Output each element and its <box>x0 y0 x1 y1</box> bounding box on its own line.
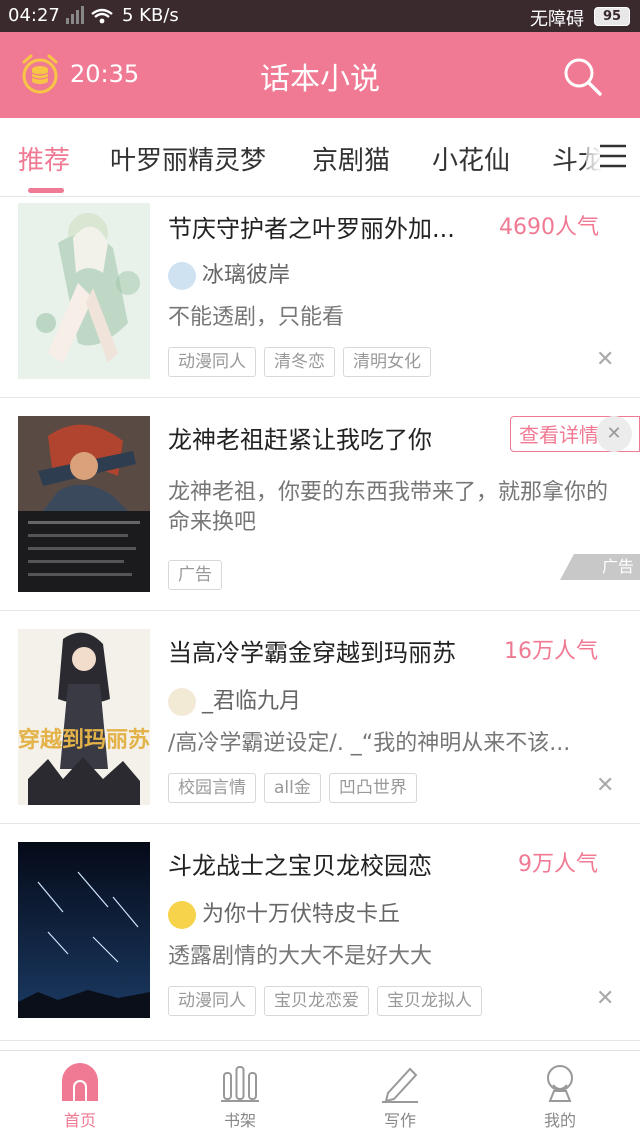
story-title[interactable]: 节庆守护者之叶罗丽外加... <box>168 209 455 244</box>
ad-card[interactable]: 龙神老祖赶紧让我吃了你 查看详情 ✕ 龙神老祖，你要的东西我带来了，就那拿你的命… <box>0 398 640 611</box>
tag[interactable]: 凹凸世界 <box>328 773 417 803</box>
profile-icon <box>547 1065 573 1102</box>
status-bar: 04:27 5 KB/s 无障碍 95 <box>0 0 640 32</box>
author-name: 冰璃彼岸 <box>202 263 291 288</box>
tag[interactable]: 宝贝龙拟人 <box>377 986 482 1016</box>
tag-list: 校园言情 all金 凹凸世界 <box>168 773 425 803</box>
tab-yeloli[interactable]: 叶罗丽精灵梦 <box>110 140 266 177</box>
dismiss-icon[interactable]: ✕ <box>596 347 614 372</box>
tag-list: 动漫同人 宝贝龙恋爱 宝贝龙拟人 <box>168 986 490 1016</box>
active-tab-indicator <box>28 188 64 193</box>
tag[interactable]: 宝贝龙恋爱 <box>264 986 369 1016</box>
tag[interactable]: 校园言情 <box>168 773 256 803</box>
page-title: 话本小说 <box>260 62 380 97</box>
author-avatar <box>168 901 196 929</box>
app-header: 20:35 话本小说 <box>0 32 640 118</box>
story-card[interactable]: 斗龙战士之宝贝龙校园恋 9万人气 为你十万伏特皮卡丘 透露剧情的大大不是好大大 … <box>0 824 640 1041</box>
ad-tag: 广告 <box>168 560 222 590</box>
author[interactable]: _君临九月 <box>168 683 301 716</box>
author-avatar <box>168 688 196 716</box>
story-card[interactable]: 穿越到玛丽苏 当高冷学霸金穿越到玛丽苏 16万人气 _君临九月 /高冷学霸逆设定… <box>0 611 640 824</box>
search-icon[interactable] <box>560 54 604 98</box>
close-icon[interactable]: ✕ <box>596 416 632 452</box>
ad-label: 广告 <box>560 554 640 580</box>
tab-jingjumao[interactable]: 京剧猫 <box>312 140 390 177</box>
nav-profile[interactable]: 我的 <box>480 1051 640 1139</box>
dismiss-icon[interactable]: ✕ <box>596 986 614 1011</box>
nav-write[interactable]: 写作 <box>320 1051 480 1139</box>
home-icon <box>62 1063 98 1101</box>
menu-icon <box>600 144 626 168</box>
author-name: 为你十万伏特皮卡丘 <box>202 902 401 927</box>
tab-recommended[interactable]: 推荐 <box>18 140 70 177</box>
tag[interactable]: 清明女化 <box>343 347 431 377</box>
author[interactable]: 为你十万伏特皮卡丘 <box>168 896 400 929</box>
ad-cover[interactable] <box>18 416 150 592</box>
popularity-count: 16万人气 <box>504 639 598 664</box>
more-tabs-button[interactable] <box>586 118 640 196</box>
status-time: 04:27 <box>8 5 60 26</box>
story-description: 不能透剧，只能看 <box>168 305 345 330</box>
accessibility-indicator: 无障碍 <box>530 9 584 30</box>
category-tabs: 推荐 叶罗丽精灵梦 京剧猫 小花仙 斗龙 <box>0 118 640 197</box>
ad-tag-list: 广告 <box>168 560 230 590</box>
tag-list: 动漫同人 清冬恋 清明女化 <box>168 347 439 377</box>
author-name: _君临九月 <box>202 689 302 714</box>
author-avatar <box>168 262 196 290</box>
story-title[interactable]: 斗龙战士之宝贝龙校园恋 <box>168 846 432 881</box>
tag[interactable]: all金 <box>264 773 321 803</box>
story-card[interactable]: 节庆守护者之叶罗丽外加... 4690人气 冰璃彼岸 不能透剧，只能看 动漫同人… <box>0 197 640 398</box>
dismiss-icon[interactable]: ✕ <box>596 773 614 798</box>
nav-bookshelf[interactable]: 书架 <box>160 1051 320 1139</box>
book-cover[interactable] <box>18 203 150 379</box>
popularity-count: 4690人气 <box>499 215 599 240</box>
tag[interactable]: 动漫同人 <box>168 986 256 1016</box>
story-description: /高冷学霸逆设定/. _“我的神明从来不该... <box>168 731 571 756</box>
pencil-icon <box>382 1067 418 1103</box>
ad-label-text: 广告 <box>601 557 634 576</box>
book-cover[interactable]: 穿越到玛丽苏 <box>18 629 150 805</box>
book-cover[interactable] <box>18 842 150 1018</box>
story-title[interactable]: 当高冷学霸金穿越到玛丽苏 <box>168 633 456 668</box>
cover-art-text: 穿越到玛丽苏 <box>18 727 150 753</box>
nav-label: 书架 <box>223 1111 256 1130</box>
nav-home[interactable]: 首页 <box>0 1051 160 1139</box>
ad-title[interactable]: 龙神老祖赶紧让我吃了你 <box>168 420 432 455</box>
author[interactable]: 冰璃彼岸 <box>168 257 290 290</box>
nav-label: 我的 <box>543 1111 576 1130</box>
tag[interactable]: 清冬恋 <box>264 347 335 377</box>
popularity-count: 9万人气 <box>518 852 598 877</box>
bottom-navigation: 首页 书架 写作 我的 <box>0 1050 640 1139</box>
nav-label: 首页 <box>63 1111 96 1130</box>
nav-label: 写作 <box>383 1111 416 1130</box>
network-speed: 5 KB/s <box>122 5 179 26</box>
story-description: 透露剧情的大大不是好大大 <box>168 944 433 969</box>
tab-xiaohuaxian[interactable]: 小花仙 <box>432 140 510 177</box>
tag[interactable]: 动漫同人 <box>168 347 256 377</box>
battery-icon: 95 <box>594 7 630 26</box>
signal-icon <box>64 4 116 33</box>
ad-description: 龙神老祖，你要的东西我带来了，就那拿你的命来换吧 <box>168 480 609 535</box>
bookshelf-icon <box>221 1066 259 1102</box>
